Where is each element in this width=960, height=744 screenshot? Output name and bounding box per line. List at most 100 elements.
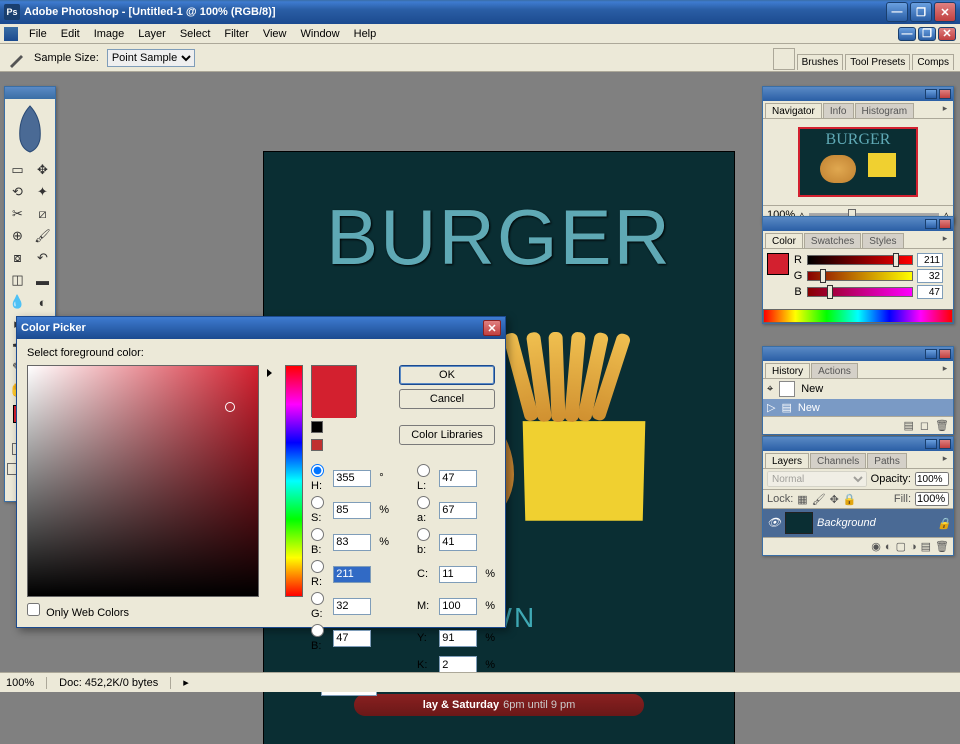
maximize-button[interactable]: ❐: [910, 2, 932, 22]
c-input[interactable]: [439, 566, 477, 583]
adjustment-layer-icon[interactable]: ◑: [910, 541, 917, 553]
menu-file[interactable]: File: [22, 26, 54, 42]
crop-tool[interactable]: ✂: [5, 203, 30, 225]
menu-window[interactable]: Window: [294, 26, 347, 42]
new-doc-from-state-icon[interactable]: ▤: [903, 419, 913, 432]
layers-titlebar[interactable]: [763, 437, 953, 451]
visibility-icon[interactable]: 👁: [767, 516, 781, 530]
palette-close-button[interactable]: [939, 89, 951, 99]
websafe-swatch-icon[interactable]: [311, 439, 323, 451]
bb-input[interactable]: [333, 534, 371, 551]
tab-brushes[interactable]: Brushes: [797, 54, 844, 70]
g-radio[interactable]: [311, 592, 324, 605]
b-radio[interactable]: [311, 624, 324, 637]
tab-layers[interactable]: Layers: [765, 453, 809, 468]
palette-close-button[interactable]: [939, 349, 951, 359]
new-set-icon[interactable]: ▢: [896, 540, 906, 553]
palette-close-button[interactable]: [939, 439, 951, 449]
new-snapshot-icon[interactable]: ◻: [920, 419, 929, 432]
history-state[interactable]: ▷ ▤ New: [763, 399, 953, 416]
cancel-button[interactable]: Cancel: [399, 389, 495, 409]
menu-filter[interactable]: Filter: [217, 26, 255, 42]
document-icon[interactable]: [4, 27, 18, 41]
eraser-tool[interactable]: ◫: [5, 269, 30, 291]
lock-all-icon[interactable]: 🔒: [843, 493, 857, 506]
hue-slider[interactable]: [285, 365, 303, 597]
delete-state-icon[interactable]: 🗑: [935, 419, 949, 432]
color-libraries-button[interactable]: Color Libraries: [399, 425, 495, 445]
gamut-warning-icon[interactable]: ⚠: [311, 421, 323, 433]
blend-mode-select[interactable]: Normal: [767, 471, 867, 487]
tab-info[interactable]: Info: [823, 103, 854, 118]
stamp-tool[interactable]: ⧇: [5, 247, 30, 269]
a-radio[interactable]: [417, 496, 430, 509]
fill-input[interactable]: [915, 492, 949, 506]
navigator-titlebar[interactable]: [763, 87, 953, 101]
menu-edit[interactable]: Edit: [54, 26, 87, 42]
gradient-tool[interactable]: ▬: [30, 269, 55, 291]
lock-transparency-icon[interactable]: ▦: [797, 493, 807, 506]
tab-history[interactable]: History: [765, 363, 810, 378]
minimize-button[interactable]: —: [886, 2, 908, 22]
color-picker-close-button[interactable]: ✕: [483, 320, 501, 336]
doc-minimize-button[interactable]: —: [898, 27, 916, 41]
g-slider[interactable]: [807, 271, 913, 281]
menu-layer[interactable]: Layer: [131, 26, 173, 42]
palette-menu-icon[interactable]: ▸: [939, 233, 951, 245]
new-layer-icon[interactable]: ▤: [921, 540, 931, 553]
navigator-thumbnail[interactable]: BURGER: [798, 127, 918, 197]
color-titlebar[interactable]: [763, 217, 953, 231]
status-doc-size[interactable]: Doc: 452,2K/0 bytes: [59, 677, 171, 689]
color-picker-titlebar[interactable]: Color Picker ✕: [17, 317, 505, 339]
lock-paint-icon[interactable]: 🖌: [812, 493, 826, 506]
layer-mask-icon[interactable]: ◐: [885, 541, 892, 553]
toolbox-titlebar[interactable]: [5, 87, 55, 99]
status-menu-icon[interactable]: ▸: [183, 676, 189, 689]
tab-paths[interactable]: Paths: [867, 453, 907, 468]
menu-view[interactable]: View: [256, 26, 294, 42]
s-radio[interactable]: [311, 496, 324, 509]
history-snapshot[interactable]: ⌖ New: [763, 379, 953, 399]
close-button[interactable]: ✕: [934, 2, 956, 22]
opacity-input[interactable]: [915, 472, 949, 486]
move-tool[interactable]: ✥: [30, 159, 55, 181]
only-web-colors-checkbox[interactable]: [27, 603, 40, 616]
color-field[interactable]: [27, 365, 259, 597]
lasso-tool[interactable]: ⟲: [5, 181, 30, 203]
dodge-tool[interactable]: ◐: [30, 291, 55, 313]
tab-histogram[interactable]: Histogram: [855, 103, 915, 118]
palette-close-button[interactable]: [939, 219, 951, 229]
slice-tool[interactable]: ⧄: [30, 203, 55, 225]
tab-color[interactable]: Color: [765, 233, 803, 248]
a-input[interactable]: [439, 502, 477, 519]
old-color-swatch[interactable]: [312, 392, 356, 418]
tab-actions[interactable]: Actions: [811, 363, 858, 378]
sample-size-select[interactable]: Point Sample: [107, 49, 195, 67]
color-spectrum[interactable]: [763, 309, 953, 323]
tab-swatches[interactable]: Swatches: [804, 233, 861, 248]
palette-menu-icon[interactable]: ▸: [939, 453, 951, 465]
healing-tool[interactable]: ⊕: [5, 225, 30, 247]
b-input[interactable]: [917, 285, 943, 299]
y-input[interactable]: [439, 630, 477, 647]
palette-minimize-button[interactable]: [925, 219, 937, 229]
r-picker-input[interactable]: [333, 566, 371, 583]
palette-minimize-button[interactable]: [925, 439, 937, 449]
l-input[interactable]: [439, 470, 477, 487]
bb-radio[interactable]: [311, 528, 324, 541]
g-picker-input[interactable]: [333, 598, 371, 615]
b-slider[interactable]: [807, 287, 913, 297]
marquee-tool[interactable]: ▭: [5, 159, 30, 181]
palette-menu-icon[interactable]: ▸: [939, 103, 951, 115]
b-picker-input[interactable]: [333, 630, 371, 647]
r-input[interactable]: [917, 253, 943, 267]
color-fg-swatch[interactable]: [767, 253, 789, 275]
r-slider[interactable]: [807, 255, 913, 265]
tab-tool-presets[interactable]: Tool Presets: [845, 54, 910, 70]
h-input[interactable]: [333, 470, 371, 487]
lab-b-radio[interactable]: [417, 528, 430, 541]
k-input[interactable]: [439, 656, 477, 673]
history-titlebar[interactable]: [763, 347, 953, 361]
status-zoom[interactable]: 100%: [6, 677, 47, 689]
s-input[interactable]: [333, 502, 371, 519]
